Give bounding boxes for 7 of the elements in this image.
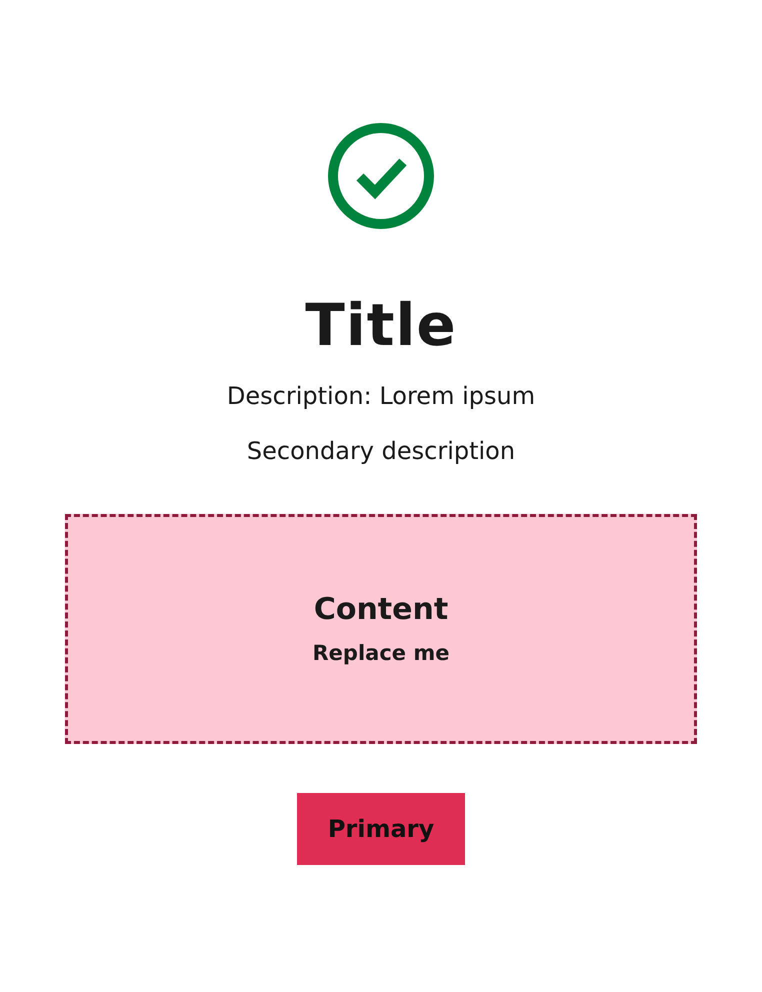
- check-circle-icon: [327, 122, 435, 230]
- content-title: Content: [314, 592, 448, 628]
- content-text: Replace me: [312, 641, 450, 666]
- primary-button[interactable]: Primary: [297, 792, 465, 865]
- title: Title: [305, 296, 457, 354]
- description: Description: Lorem ipsum: [226, 382, 536, 411]
- secondary-description: Secondary description: [246, 436, 516, 466]
